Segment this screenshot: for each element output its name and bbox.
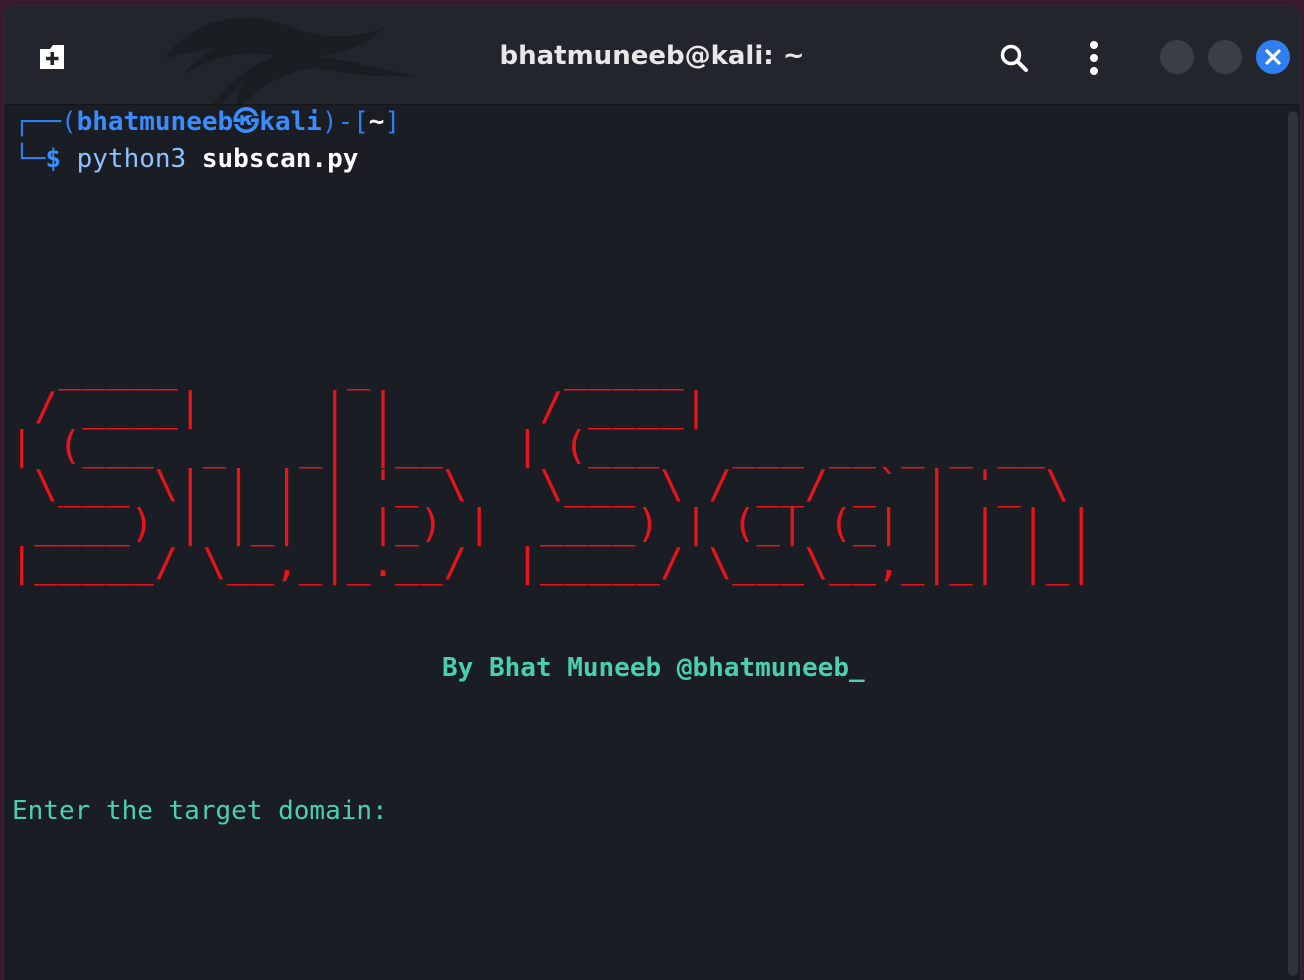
target-domain-prompt: Enter the target domain: (12, 796, 388, 826)
close-button[interactable] (1256, 40, 1290, 74)
prompt-frame-open: ┌──( (14, 107, 77, 137)
subscan-ascii-banner: _____ _ _____ / ____| | | / ____| | (___… (10, 346, 1094, 586)
prompt-at-symbol: ㉿ (233, 107, 260, 137)
kebab-menu-icon (1090, 41, 1098, 75)
terminal-output[interactable]: ┌──(bhatmuneeb㉿kali)-[~] └─$ python3 sub… (4, 105, 1300, 980)
maximize-button[interactable] (1208, 40, 1242, 74)
command-line: └─$ python3 subscan.py (14, 144, 358, 174)
prompt-path: ~ (368, 107, 385, 137)
author-credit: By Bhat Muneeb @bhatmuneeb_ (442, 653, 865, 683)
prompt-frame-close: ] (384, 107, 401, 137)
search-button[interactable] (994, 38, 1034, 78)
title-bar[interactable]: bhatmuneeb@kali: ~ (4, 6, 1300, 105)
prompt-user: bhatmuneeb (76, 107, 234, 137)
scrollbar[interactable] (1288, 111, 1298, 976)
new-tab-button[interactable] (34, 40, 70, 76)
prompt-dollar: $ (45, 144, 61, 174)
menu-button[interactable] (1074, 36, 1114, 80)
terminal-window: bhatmuneeb@kali: ~ ┌──(bhatmuneeb㉿kali)-… (4, 6, 1300, 980)
kali-dragon-watermark-icon (164, 18, 416, 104)
minimize-button[interactable] (1160, 40, 1194, 74)
prompt-frame-mid: )-[ (321, 107, 369, 137)
new-tab-icon (40, 45, 64, 69)
prompt-line: ┌──(bhatmuneeb㉿kali)-[~] (14, 107, 400, 137)
close-icon (1265, 49, 1281, 65)
command-argument: subscan.py (201, 144, 359, 174)
prompt-host: kali (259, 107, 322, 137)
search-icon (1000, 44, 1028, 72)
command-name: python3 (76, 144, 187, 174)
prompt-corner: └─ (14, 144, 46, 174)
